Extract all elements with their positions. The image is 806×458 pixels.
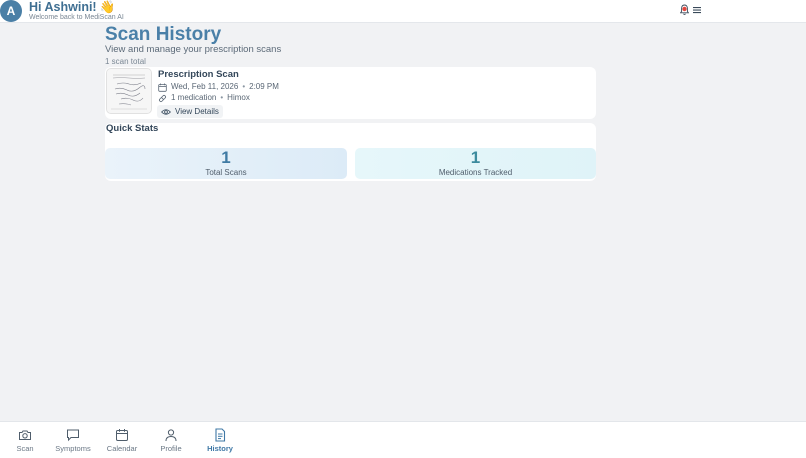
nav-item-history[interactable]: History (195, 428, 245, 453)
nav-label: History (207, 444, 233, 453)
wave-emoji-icon: 👋 (99, 0, 116, 14)
nav-item-symptoms[interactable]: Symptoms (48, 428, 98, 453)
page-subtitle: View and manage your prescription scans (105, 44, 282, 55)
prescription-thumbnail[interactable] (106, 68, 152, 114)
stat-total-scans: 1 Total Scans (105, 148, 347, 179)
stat-medications-tracked: 1 Medications Tracked (355, 148, 596, 179)
view-details-button[interactable]: View Details (157, 105, 223, 118)
medication-count: 1 medication (171, 93, 217, 102)
camera-icon (19, 430, 31, 440)
top-header: A Hi Ashwini! 👋 Welcome back to MediScan… (0, 0, 806, 23)
nav-item-calendar[interactable]: Calendar (97, 428, 147, 453)
scan-time: 2:09 PM (249, 82, 279, 91)
nav-label: Scan (16, 444, 34, 453)
scan-medication-row: 1 medication • Himox (158, 93, 250, 103)
separator-dot: • (220, 93, 224, 102)
nav-item-scan[interactable]: Scan (0, 428, 50, 453)
calendar-small-icon (158, 83, 167, 92)
scan-card[interactable]: Prescription Scan Wed, Feb 11, 2026 • 2:… (105, 67, 596, 119)
eye-icon (161, 108, 171, 115)
nav-label: Profile (160, 444, 182, 453)
prescription-image-icon (107, 69, 151, 113)
pill-icon (159, 94, 166, 102)
menu-icon[interactable] (693, 6, 701, 14)
calendar-icon (116, 429, 128, 441)
chat-icon (67, 429, 79, 442)
scan-title: Prescription Scan (158, 69, 239, 80)
avatar[interactable]: A (0, 0, 22, 22)
greeting-title: Hi Ashwini! 👋 (29, 0, 115, 14)
medication-name: Himox (227, 93, 250, 102)
stat-value: 1 (470, 148, 481, 167)
bottom-nav: Scan Symptoms Calendar Profile History (0, 421, 806, 458)
document-icon (215, 428, 226, 442)
nav-label: Symptoms (55, 444, 91, 453)
nav-item-profile[interactable]: Profile (146, 428, 196, 453)
separator-dot: • (242, 82, 246, 91)
bell-icon[interactable] (680, 4, 689, 16)
stat-label: Medications Tracked (438, 168, 513, 177)
view-details-label: View Details (175, 107, 219, 116)
quick-stats-title: Quick Stats (106, 123, 159, 134)
scan-date: Wed, Feb 11, 2026 (171, 82, 239, 91)
stat-label: Total Scans (205, 168, 247, 177)
scan-count: 1 scan total (105, 57, 146, 66)
greeting-subtitle: Welcome back to MediScan AI (29, 14, 124, 21)
scan-date-row: Wed, Feb 11, 2026 • 2:09 PM (158, 82, 279, 92)
greeting-text: Hi Ashwini! (29, 0, 97, 14)
page-title: Scan History (105, 24, 222, 45)
nav-label: Calendar (106, 444, 138, 453)
stat-value: 1 (221, 148, 231, 167)
user-icon (165, 429, 177, 442)
